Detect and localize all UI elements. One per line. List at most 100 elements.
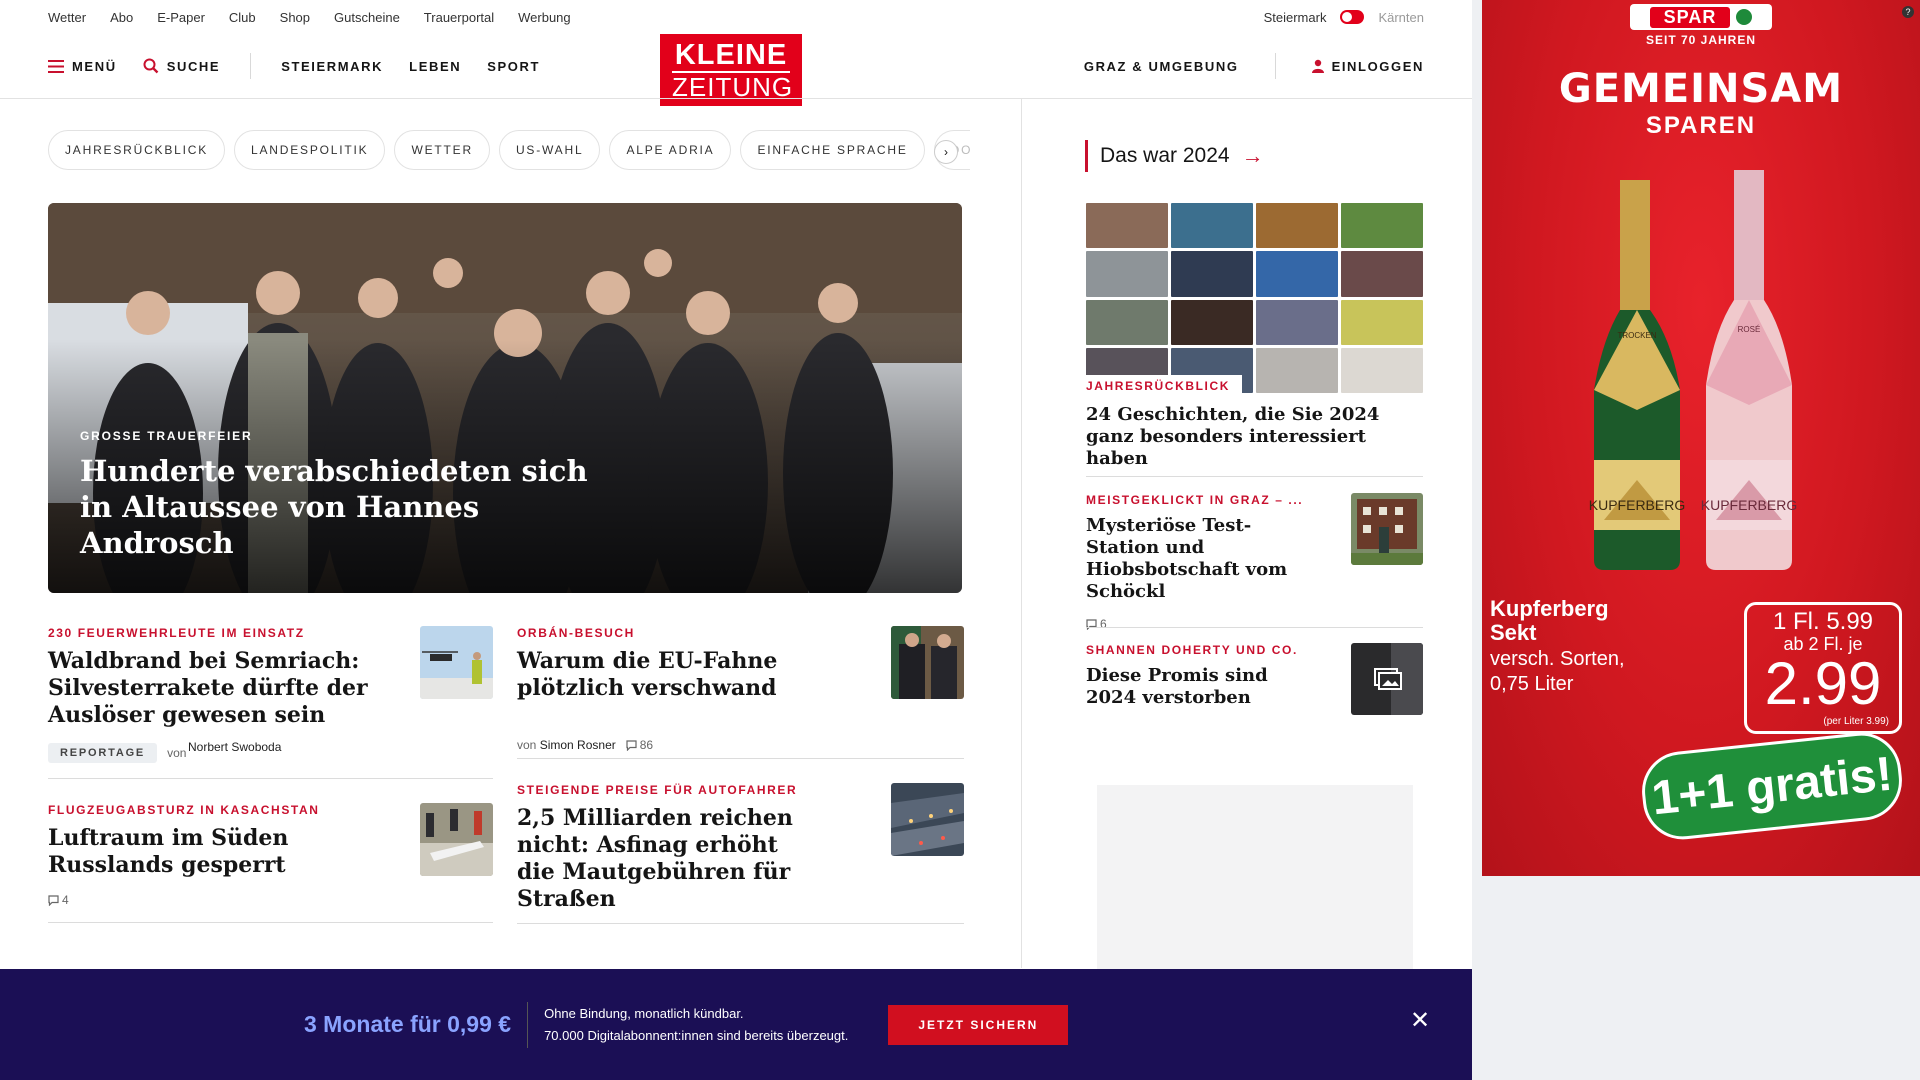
promo-description: Ohne Bindung, monatlich kündbar. 70.000 … [544, 1003, 848, 1047]
ad-placeholder [1097, 785, 1413, 970]
article-thumbnail[interactable] [420, 803, 493, 876]
author-name[interactable]: Simon Rosner [540, 738, 616, 752]
heading-accent [1085, 140, 1088, 172]
mosaic-tile [1171, 203, 1253, 249]
author-name: Norbert Swoboda [188, 740, 282, 754]
feature-title[interactable]: 24 Geschichten, die Sie 2024 ganz besond… [1086, 404, 1423, 470]
ad-product-desc1: versch. Sorten, [1490, 648, 1625, 670]
article-meta: von Simon Rosner 86 [517, 738, 817, 752]
mosaic-tile [1086, 203, 1168, 249]
comment-count-value: 6 [1100, 617, 1107, 631]
ad-product-desc2: 0,75 Liter [1490, 673, 1574, 695]
login-button[interactable]: EINLOGGEN [1311, 58, 1424, 74]
utility-link-werbung[interactable]: Werbung [518, 10, 571, 25]
article-thumbnail[interactable] [1351, 493, 1423, 565]
utility-link-epaper[interactable]: E-Paper [157, 10, 205, 25]
utility-link-abo[interactable]: Abo [110, 10, 133, 25]
utility-link-gutscheine[interactable]: Gutscheine [334, 10, 400, 25]
sidebar-article[interactable]: SHANNEN DOHERTY UND CO. Diese Promis sin… [1086, 643, 1316, 709]
kleine-zeitung-logo[interactable]: KLEINE ZEITUNG [660, 34, 802, 106]
arrow-right-icon: → [1241, 143, 1264, 168]
article-card[interactable]: STEIGENDE PREISE FÜR AUTOFAHRER 2,5 Mill… [517, 783, 817, 913]
mosaic-tile [1171, 251, 1253, 297]
article-kicker: SHANNEN DOHERTY UND CO. [1086, 643, 1298, 657]
article-kicker: STEIGENDE PREISE FÜR AUTOFAHRER [517, 783, 798, 797]
login-label: EINLOGGEN [1331, 58, 1424, 74]
article-thumbnail[interactable] [1351, 643, 1423, 715]
column-divider [1021, 98, 1022, 968]
pill-einfache-sprache[interactable]: EINFACHE SPRACHE [740, 130, 925, 170]
sidebar-article[interactable]: MEISTGEKLICKT IN GRAZ – ... Mysteriöse T… [1086, 493, 1316, 631]
region-toggle[interactable] [1340, 10, 1365, 24]
mosaic-tile [1341, 347, 1423, 393]
plane-crash-image [420, 803, 493, 876]
ad-product-name: Kupferberg Sekt [1490, 596, 1609, 645]
menu-label: MENÜ [72, 58, 117, 74]
article-title[interactable]: Diese Promis sind 2024 verstorben [1086, 665, 1316, 709]
article-author-prefix: von [167, 746, 187, 760]
article-title[interactable]: Waldbrand bei Semriach: Silvesterrakete … [48, 648, 378, 729]
utility-link-trauerportal[interactable]: Trauerportal [424, 10, 494, 25]
article-kicker: ORBÁN-BESUCH [517, 626, 635, 640]
pills-next-button[interactable]: › [934, 140, 958, 164]
ad-info-icon[interactable]: ? [1902, 6, 1914, 18]
pill-alpe-adria[interactable]: ALPE ADRIA [609, 130, 732, 170]
close-icon[interactable]: ✕ [1410, 1009, 1430, 1033]
article-title[interactable]: Warum die EU-Fahne plötzlich verschwand [517, 648, 817, 702]
year-review-heading[interactable]: Das war 2024 → [1085, 140, 1264, 172]
hero-title[interactable]: Hunderte verabschiedeten sich in Altauss… [80, 453, 600, 561]
comment-count[interactable]: 4 [48, 893, 69, 907]
pill-us-wahl[interactable]: US-WAHL [498, 130, 601, 170]
pill-landespolitik[interactable]: LANDESPOLITIK [234, 130, 386, 170]
utility-link-wetter[interactable]: Wetter [48, 10, 86, 25]
mosaic-tile [1256, 251, 1338, 297]
search-button[interactable]: SUCHE [143, 58, 221, 74]
bottle1-label: KUPFERBERG [1589, 497, 1685, 513]
pill-wetter[interactable]: WETTER [394, 130, 490, 170]
ad-subheadline: SPAREN [1645, 112, 1757, 139]
search-label: SUCHE [166, 58, 221, 74]
region-other-label[interactable]: Kärnten [1378, 10, 1424, 25]
orban-image [891, 626, 964, 699]
subscribe-button[interactable]: JETZT SICHERN [888, 1004, 1069, 1045]
promo-line1: Ohne Bindung, monatlich kündbar. [544, 1005, 744, 1021]
mosaic-tile [1086, 299, 1168, 345]
utility-link-club[interactable]: Club [229, 10, 256, 25]
spar-logo: SPAR [1630, 4, 1772, 30]
nav-separator [250, 53, 252, 79]
divider [517, 758, 964, 759]
article-title[interactable]: Luftraum im Süden Russlands gesperrt [48, 825, 378, 879]
article-card[interactable]: ORBÁN-BESUCH Warum die EU-Fahne plötzlic… [517, 626, 817, 752]
menu-button[interactable]: MENÜ [48, 59, 117, 74]
ad-price-note: (per Liter 3.99) [1823, 716, 1889, 727]
article-thumbnail[interactable] [420, 626, 493, 699]
nav-sport[interactable]: SPORT [487, 59, 540, 74]
article-title[interactable]: Mysteriöse Test-Station und Hiobsbotscha… [1086, 515, 1316, 603]
header-divider [0, 98, 1472, 99]
gallery-image [1351, 643, 1423, 715]
logo-line2: ZEITUNG [672, 71, 794, 102]
divider [48, 922, 493, 923]
comment-count[interactable]: 6 [1086, 617, 1107, 631]
year-review-mosaic-image[interactable] [1086, 203, 1423, 393]
divider [517, 923, 964, 924]
ad-product: Kupferberg Sekt versch. Sorten, 0,75 Lit… [1490, 597, 1650, 697]
nav-steiermark[interactable]: STEIERMARK [281, 59, 383, 74]
article-thumbnail[interactable] [891, 626, 964, 699]
utility-link-shop[interactable]: Shop [280, 10, 310, 25]
topic-pills: JAHRESRÜCKBLICK LANDESPOLITIK WETTER US-… [48, 130, 970, 170]
nav-leben[interactable]: LEBEN [409, 59, 461, 74]
comment-count[interactable]: 86 [626, 738, 653, 752]
spar-advertisement[interactable]: ? SPAR SEIT 70 JAHREN GEMEINSAM SPAREN K… [1482, 0, 1920, 876]
article-card[interactable]: FLUGZEUGABSTURZ IN KASACHSTAN Luftraum i… [48, 803, 378, 907]
article-title[interactable]: 2,5 Milliarden reichen nicht: Asfinag er… [517, 805, 817, 913]
nav-graz-umgebung[interactable]: GRAZ & UMGEBUNG [1084, 59, 1239, 74]
article-thumbnail[interactable] [891, 783, 964, 856]
region-active-label[interactable]: Steiermark [1264, 10, 1327, 25]
year-review-label: Das war 2024 [1100, 144, 1230, 167]
main-nav: MENÜ SUCHE STEIERMARK LEBEN SPORT KLEINE… [48, 34, 1424, 106]
hero-article[interactable]: GROSSE TRAUERFEIER Hunderte verabschiede… [48, 203, 962, 593]
helicopter-image [420, 626, 493, 699]
article-author[interactable]: Norbert Swoboda [188, 740, 281, 754]
pill-jahresrueckblick[interactable]: JAHRESRÜCKBLICK [48, 130, 226, 170]
